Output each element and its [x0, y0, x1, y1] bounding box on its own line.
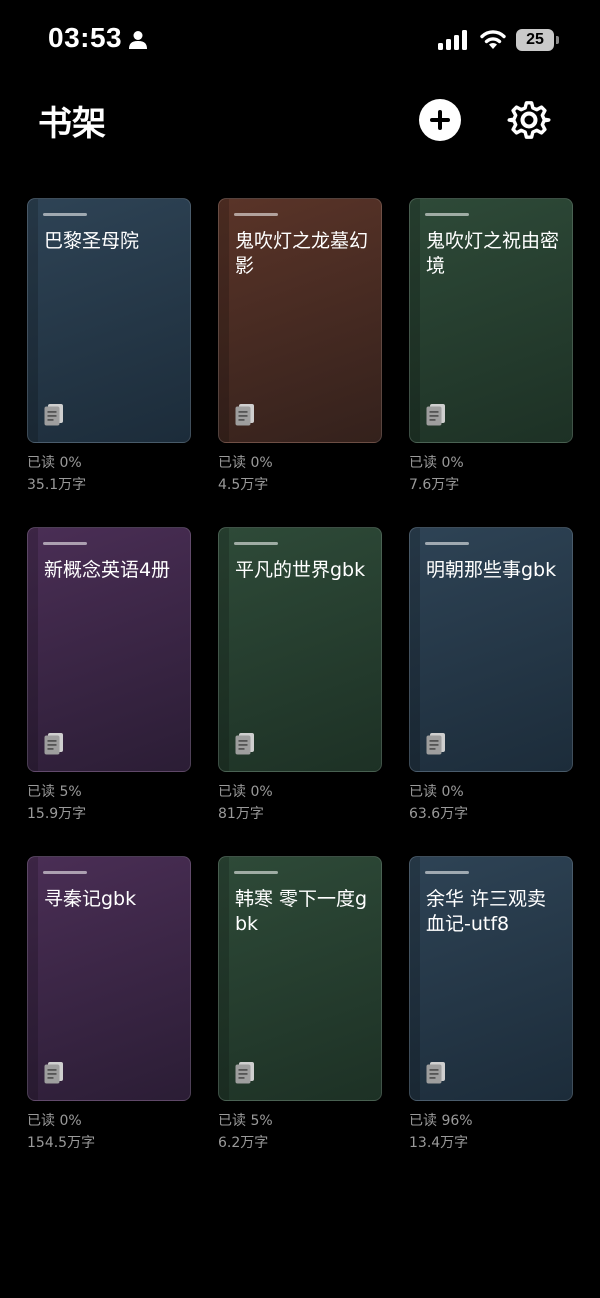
book-item[interactable]: 巴黎圣母院 已读 0% 35.1万字 [27, 198, 191, 527]
word-count: 15.9万字 [27, 806, 87, 822]
book-item[interactable]: 寻秦记gbk 已读 0% 154.5万字 [27, 856, 191, 1185]
cellular-signal-icon [438, 30, 467, 50]
book-title: 寻秦记gbk [44, 888, 137, 910]
book-cover[interactable]: 明朝那些事gbk [409, 527, 573, 772]
book-item[interactable]: 新概念英语4册 已读 5% 15.9万字 [27, 527, 191, 856]
book-title: 新概念英语4册 [44, 559, 171, 581]
word-count: 35.1万字 [27, 477, 87, 493]
reading-progress: 已读 0% [409, 455, 464, 471]
book-title: 明朝那些事gbk [426, 559, 557, 581]
page-title: 书架 [38, 104, 106, 144]
book-icon [44, 1062, 63, 1084]
book-icon [426, 733, 445, 755]
status-time: 03:53 [48, 22, 123, 53]
battery-cap [556, 36, 559, 44]
book-item[interactable]: 平凡的世界gbk 已读 0% 81万字 [218, 527, 382, 856]
book-cover[interactable]: 鬼吹灯之祝由密境 [409, 198, 573, 443]
cover-line [234, 871, 278, 874]
book-title: 平凡的世界gbk [235, 559, 366, 581]
book-icon [44, 733, 63, 755]
word-count: 154.5万字 [27, 1135, 96, 1151]
cover-line [425, 213, 469, 216]
book-item[interactable]: 鬼吹灯之龙墓幻影 已读 0% 4.5万字 [218, 198, 382, 527]
reading-progress: 已读 0% [409, 784, 464, 800]
cover-line [425, 871, 469, 874]
book-cover[interactable]: 新概念英语4册 [27, 527, 191, 772]
cover-line [234, 542, 278, 545]
book-title: 韩寒 零下一度gbk [235, 888, 368, 935]
book-cover[interactable]: 余华 许三观卖血记-utf8 [409, 856, 573, 1101]
book-icon [426, 404, 445, 426]
book-cover[interactable]: 鬼吹灯之龙墓幻影 [218, 198, 382, 443]
book-cover[interactable]: 寻秦记gbk [27, 856, 191, 1101]
cover-line [43, 871, 87, 874]
book-icon [426, 1062, 445, 1084]
word-count: 4.5万字 [218, 477, 269, 493]
battery-indicator: 25 [516, 29, 554, 51]
word-count: 63.6万字 [409, 806, 469, 822]
cover-line [43, 542, 87, 545]
book-icon [44, 404, 63, 426]
reading-progress: 已读 0% [218, 455, 273, 471]
book-icon [235, 733, 254, 755]
person-icon [129, 31, 147, 49]
book-title: 鬼吹灯之祝由密境 [426, 230, 560, 277]
word-count: 81万字 [218, 806, 264, 822]
reading-progress: 已读 0% [27, 455, 82, 471]
book-icon [235, 1062, 254, 1084]
reading-progress: 已读 0% [218, 784, 273, 800]
bookshelf-grid: 巴黎圣母院 已读 0% 35.1万字 鬼吹灯之龙墓幻影 已读 0% 4.5万字 … [27, 198, 573, 1185]
word-count: 13.4万字 [409, 1135, 469, 1151]
cover-line [234, 213, 278, 216]
book-item[interactable]: 余华 许三观卖血记-utf8 已读 96% 13.4万字 [409, 856, 573, 1185]
book-cover[interactable]: 巴黎圣母院 [27, 198, 191, 443]
word-count: 6.2万字 [218, 1135, 269, 1151]
settings-gear-icon[interactable] [506, 97, 552, 143]
add-book-button[interactable] [419, 99, 461, 141]
book-title: 余华 许三观卖血记-utf8 [426, 888, 547, 935]
book-cover[interactable]: 平凡的世界gbk [218, 527, 382, 772]
cover-line [425, 542, 469, 545]
reading-progress: 已读 5% [27, 784, 82, 800]
reading-progress: 已读 96% [409, 1113, 473, 1129]
book-cover[interactable]: 韩寒 零下一度gbk [218, 856, 382, 1101]
book-item[interactable]: 明朝那些事gbk 已读 0% 63.6万字 [409, 527, 573, 856]
book-title: 巴黎圣母院 [44, 230, 140, 252]
cover-line [43, 213, 87, 216]
book-item[interactable]: 鬼吹灯之祝由密境 已读 0% 7.6万字 [409, 198, 573, 527]
book-icon [235, 404, 254, 426]
book-item[interactable]: 韩寒 零下一度gbk 已读 5% 6.2万字 [218, 856, 382, 1185]
reading-progress: 已读 5% [218, 1113, 273, 1129]
status-bar: 03:53 25 [0, 0, 600, 80]
word-count: 7.6万字 [409, 477, 460, 493]
reading-progress: 已读 0% [27, 1113, 82, 1129]
wifi-icon [480, 30, 506, 49]
book-title: 鬼吹灯之龙墓幻影 [235, 230, 369, 277]
